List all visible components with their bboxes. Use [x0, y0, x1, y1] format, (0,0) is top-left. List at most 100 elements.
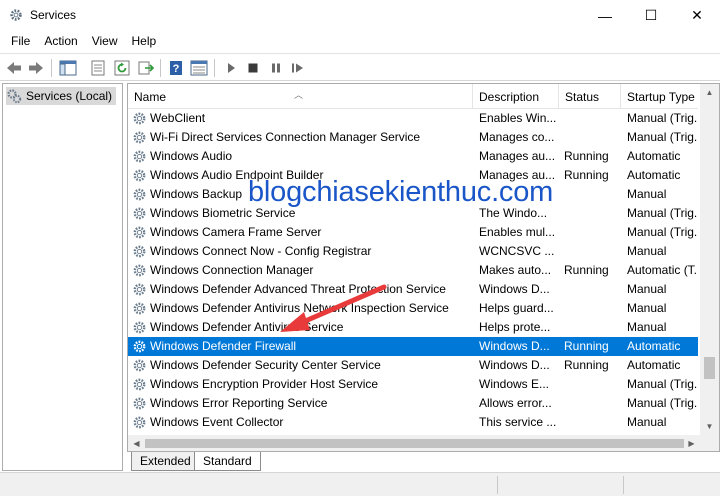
list-header: ︿ Name Description Status Startup Type: [128, 84, 698, 109]
menu-file[interactable]: File: [4, 31, 37, 52]
scroll-up-icon[interactable]: ▲: [700, 84, 719, 101]
table-row[interactable]: Windows Camera Frame Server Enables mul..…: [128, 223, 698, 242]
status-bar: [0, 472, 720, 496]
stop-service-icon[interactable]: [243, 58, 263, 78]
table-row[interactable]: Windows Defender Security Center Service…: [128, 356, 698, 375]
service-gear-icon: [133, 112, 146, 125]
status-divider: [497, 476, 498, 494]
table-row-selected[interactable]: Windows Defender Firewall Windows D... Run…: [128, 337, 698, 356]
service-startup-type: Manual (Trig...: [627, 396, 698, 410]
back-arrow-icon[interactable]: [4, 58, 24, 78]
extended-view-icon[interactable]: [189, 58, 209, 78]
table-row[interactable]: Windows Connect Now - Config Registrar WC…: [128, 242, 698, 261]
gear-icon: [7, 89, 22, 104]
horizontal-scroll-thumb[interactable]: [145, 439, 684, 448]
table-row[interactable]: Windows Defender Advanced Threat Protect…: [128, 280, 698, 299]
menu-help[interactable]: Help: [125, 31, 164, 52]
service-name: Windows Defender Security Center Service: [150, 358, 381, 372]
service-status: [564, 299, 624, 318]
tab-standard[interactable]: Standard: [194, 452, 261, 471]
title-bar: Services — ☐ ✕: [0, 0, 720, 31]
vertical-scroll-thumb[interactable]: [704, 357, 715, 379]
minimize-button[interactable]: —: [582, 0, 628, 31]
help-icon[interactable]: ?: [166, 58, 186, 78]
service-description: Windows E...: [479, 377, 550, 391]
start-service-icon[interactable]: [221, 58, 241, 78]
table-row[interactable]: Windows Defender Antivirus Service Helps …: [128, 318, 698, 337]
export-list-icon[interactable]: [136, 58, 156, 78]
maximize-button[interactable]: ☐: [628, 0, 674, 31]
service-description: This service ...: [479, 415, 557, 429]
restart-service-icon[interactable]: [288, 58, 308, 78]
service-description: Enables Win...: [479, 111, 557, 125]
table-row[interactable]: Windows Connection Manager Makes auto... R…: [128, 261, 698, 280]
service-status: Running: [564, 339, 609, 353]
service-status: Running: [564, 149, 609, 163]
tree-item-services-local[interactable]: Services (Local): [6, 87, 117, 105]
service-status: [564, 128, 624, 147]
service-startup-type: Manual (Trig...: [627, 225, 698, 239]
gear-icon: [10, 9, 22, 21]
service-gear-icon: [133, 416, 146, 429]
service-description: Makes auto...: [479, 263, 552, 277]
table-row[interactable]: WebClient Enables Win... Manual (Trig...: [128, 109, 698, 128]
toolbar: ?: [0, 53, 720, 81]
menu-bar: File Action View Help: [0, 31, 720, 52]
service-status: [564, 109, 624, 128]
watermark-text: blogchiasekienthuc.com: [248, 176, 554, 208]
service-name: Windows Encryption Provider Host Service: [150, 377, 379, 391]
services-list-pane: ︿ Name Description Status Startup Type W…: [127, 83, 720, 452]
status-divider: [623, 476, 624, 494]
service-name: Wi-Fi Direct Services Connection Manager…: [150, 130, 421, 144]
pause-service-icon[interactable]: [266, 58, 286, 78]
service-description: Helps guard...: [479, 301, 554, 315]
service-startup-type: Automatic: [627, 339, 681, 353]
table-row[interactable]: Windows Event Collector This service ... M…: [128, 413, 698, 432]
service-startup-type: Automatic: [627, 168, 681, 182]
service-name: Windows Defender Antivirus Service: [150, 320, 344, 334]
table-row[interactable]: Windows Error Reporting Service Allows er…: [128, 394, 698, 413]
refresh-icon[interactable]: [112, 58, 132, 78]
service-gear-icon: [133, 378, 146, 391]
service-startup-type: Automatic (T...: [627, 263, 698, 277]
table-row[interactable]: Windows Audio Manages au... Running Automat…: [128, 147, 698, 166]
menu-action[interactable]: Action: [37, 31, 84, 52]
service-startup-type: Manual (Trig...: [627, 111, 698, 125]
scroll-down-icon[interactable]: ▼: [700, 418, 719, 435]
show-hide-console-tree-icon[interactable]: [58, 58, 78, 78]
scroll-left-icon[interactable]: ◀: [128, 435, 145, 451]
column-header-description[interactable]: Description: [473, 84, 559, 109]
service-gear-icon: [133, 264, 146, 277]
forward-arrow-icon[interactable]: [26, 58, 46, 78]
svg-text:?: ?: [173, 63, 180, 75]
properties-icon[interactable]: [88, 58, 108, 78]
service-startup-type: Automatic: [627, 358, 681, 372]
scrollbar-corner: [700, 435, 719, 451]
service-status: [564, 223, 624, 242]
service-status: Running: [564, 358, 609, 372]
service-status: [564, 280, 624, 299]
service-startup-type: Manual (Trig...: [627, 206, 698, 220]
service-status: [564, 394, 624, 413]
tab-extended[interactable]: Extended: [131, 452, 200, 471]
menu-view[interactable]: View: [85, 31, 125, 52]
horizontal-scrollbar[interactable]: ◀ ▶: [128, 435, 700, 451]
service-startup-type: Manual: [627, 320, 667, 334]
scroll-right-icon[interactable]: ▶: [683, 435, 700, 451]
vertical-scrollbar[interactable]: ▲ ▼: [700, 84, 719, 435]
service-name: Windows Connection Manager: [150, 263, 314, 277]
column-header-status[interactable]: Status: [559, 84, 621, 109]
service-name: Windows Audio: [150, 149, 233, 163]
table-row[interactable]: Windows Defender Antivirus Network Inspe…: [128, 299, 698, 318]
table-row[interactable]: Wi-Fi Direct Services Connection Manager…: [128, 128, 698, 147]
service-name: Windows Connect Now - Config Registrar: [150, 244, 372, 258]
service-gear-icon: [133, 169, 146, 182]
service-name: Windows Defender Advanced Threat Protect…: [150, 282, 446, 296]
service-name: Windows Defender Antivirus Network Inspe…: [150, 301, 449, 315]
column-header-startup-type[interactable]: Startup Type: [621, 84, 698, 109]
sort-up-icon: ︿: [294, 90, 304, 100]
close-button[interactable]: ✕: [674, 0, 720, 31]
column-header-name[interactable]: ︿ Name: [128, 84, 473, 109]
table-row[interactable]: Windows Encryption Provider Host Service…: [128, 375, 698, 394]
service-startup-type: Manual (Trig...: [627, 377, 698, 391]
